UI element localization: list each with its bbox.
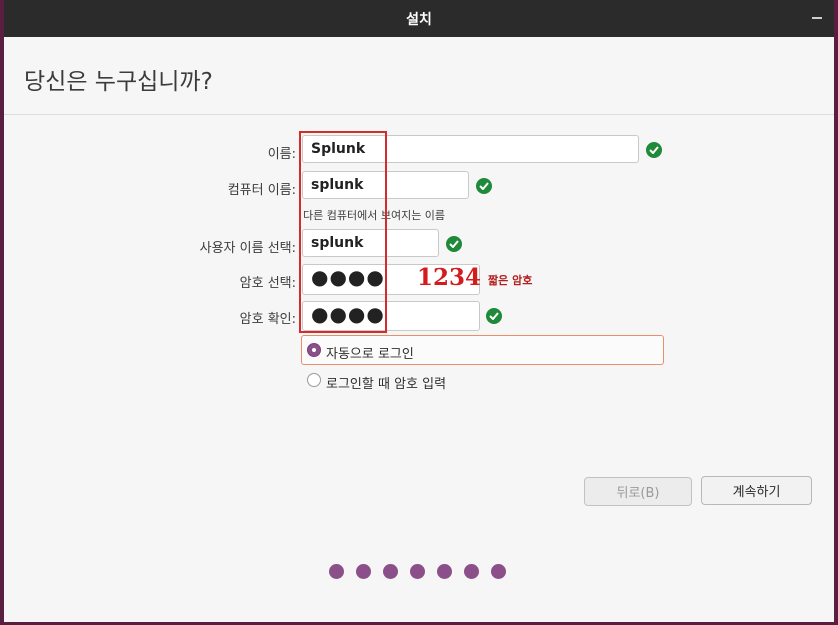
- progress-dot: [329, 564, 344, 579]
- auto-login-radio[interactable]: [307, 343, 321, 357]
- check-circle-icon: [476, 178, 492, 194]
- name-label: 이름:: [267, 147, 296, 162]
- computer-name-label: 컴퓨터 이름:: [227, 183, 296, 198]
- back-button[interactable]: 뒤로(B): [584, 477, 692, 506]
- username-label: 사용자 이름 선택:: [199, 241, 296, 256]
- require-password-label[interactable]: 로그인할 때 암호 입력: [326, 373, 446, 392]
- window-title: 설치: [406, 11, 432, 28]
- require-password-radio[interactable]: [307, 373, 321, 387]
- password-annotation: 1234: [417, 264, 482, 291]
- divider: [4, 114, 834, 115]
- progress-dot: [464, 564, 479, 579]
- highlight-box: [299, 131, 387, 333]
- auto-login-label[interactable]: 자동으로 로그인: [326, 343, 414, 362]
- check-circle-icon: [646, 142, 662, 158]
- check-circle-icon: [486, 308, 502, 324]
- progress-dot: [491, 564, 506, 579]
- progress-dot: [437, 564, 452, 579]
- confirm-password-label: 암호 확인:: [239, 312, 296, 327]
- password-label: 암호 선택:: [239, 276, 296, 291]
- continue-button[interactable]: 계속하기: [701, 476, 812, 505]
- page-title: 당신은 누구십니까?: [24, 69, 213, 95]
- minimize-icon[interactable]: [812, 17, 822, 19]
- check-circle-icon: [446, 236, 462, 252]
- installer-window: 설치 당신은 누구십니까? 이름: Splunk 컴퓨터 이름: splunk …: [4, 0, 834, 622]
- title-bar: 설치: [4, 0, 834, 37]
- password-strength: 짧은 암호: [488, 274, 533, 287]
- progress-dot: [410, 564, 425, 579]
- progress-dot: [383, 564, 398, 579]
- progress-dot: [356, 564, 371, 579]
